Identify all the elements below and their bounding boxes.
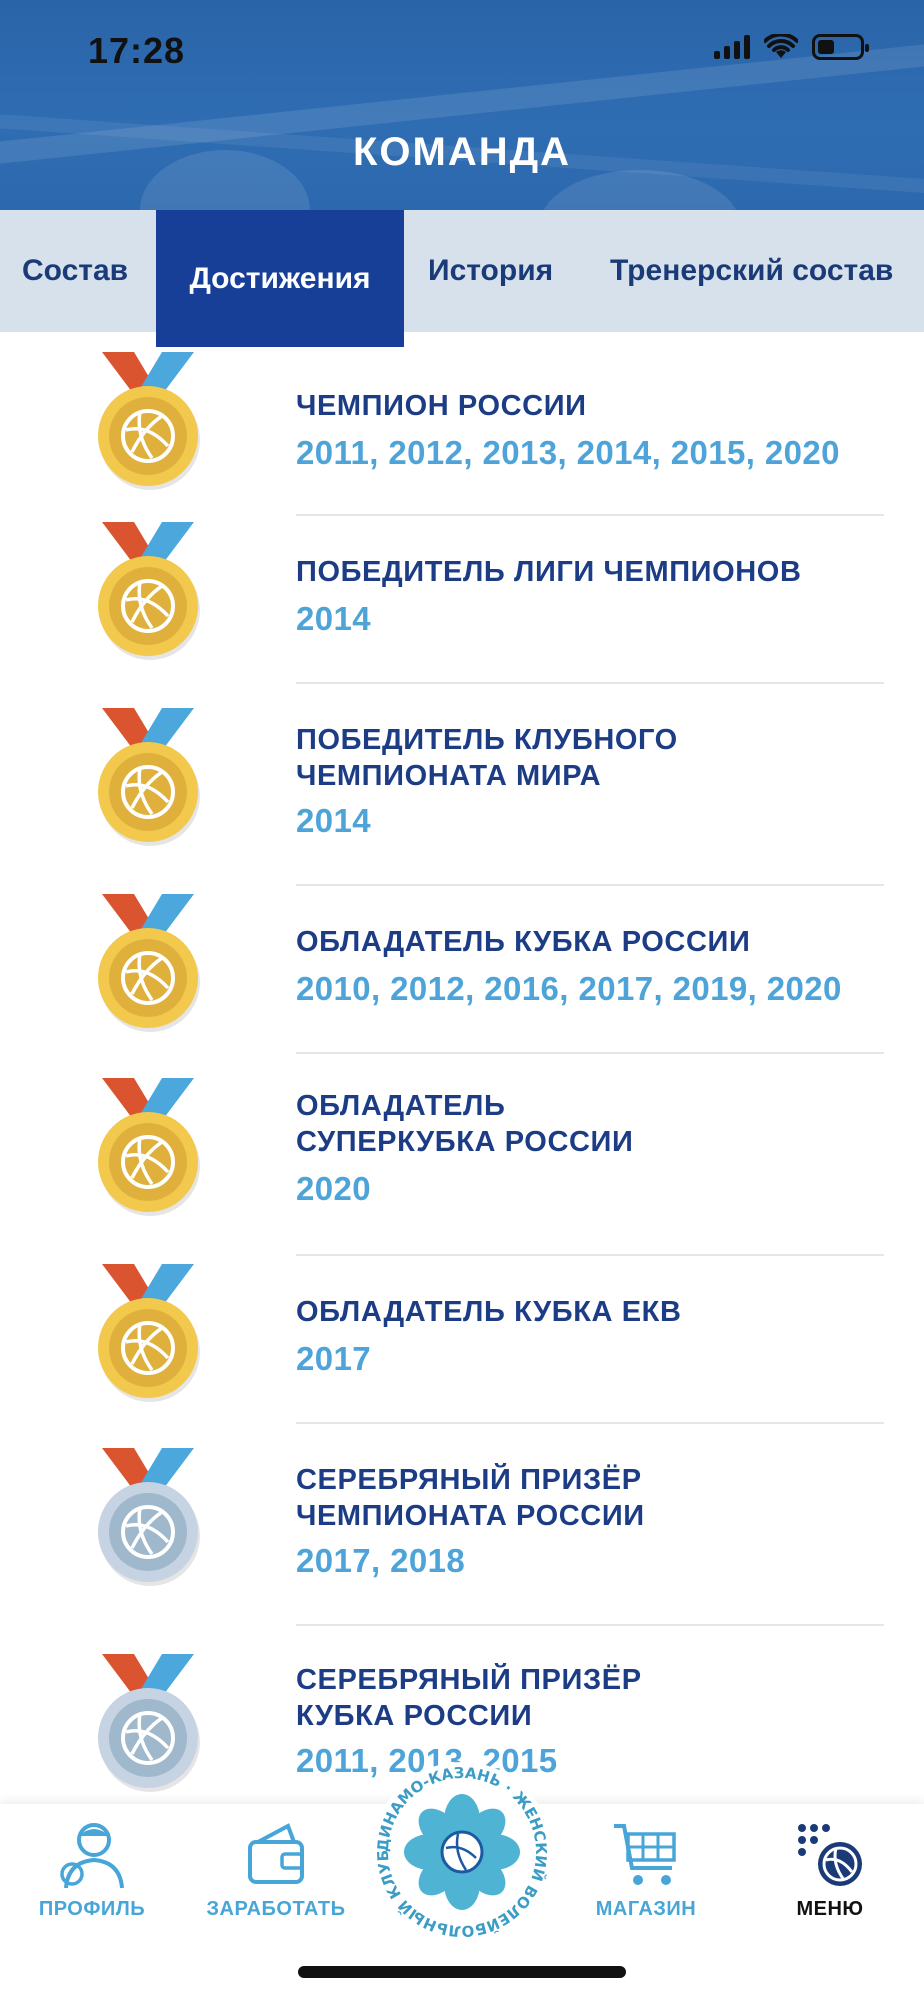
status-icons xyxy=(714,34,869,60)
silver-medal-icon xyxy=(98,1448,200,1586)
cellular-signal-icon xyxy=(714,35,750,59)
achievement-title: ПОБЕДИТЕЛЬ ЛИГИ ЧЕМПИОНОВ xyxy=(296,556,802,588)
cart-icon xyxy=(614,1824,676,1885)
gold-medal-icon xyxy=(98,1078,200,1216)
nav-label: ЗАРАБОТАТЬ xyxy=(206,1898,346,1920)
divider xyxy=(296,1624,884,1626)
home-indicator xyxy=(298,1966,626,1978)
wifi-icon xyxy=(764,34,798,58)
nav-profile[interactable]: ПРОФИЛЬ xyxy=(2,1818,182,1921)
profile-icon xyxy=(60,1823,124,1889)
gold-medal-icon xyxy=(98,1264,200,1402)
gold-medal-icon xyxy=(98,352,200,490)
battery-icon xyxy=(812,34,869,60)
divider xyxy=(296,514,884,516)
achievement-title: СЕРЕБРЯНЫЙ ПРИЗЁР ЧЕМПИОНАТА РОССИИ xyxy=(296,1464,645,1532)
achievement-title: СЕРЕБРЯНЫЙ ПРИЗЁР КУБКА РОССИИ xyxy=(296,1664,642,1732)
nav-label: ПРОФИЛЬ xyxy=(38,1898,146,1920)
tab-bar: Состав Достижения История Тренерский сос… xyxy=(0,210,924,347)
nav-menu[interactable]: МЕНЮ xyxy=(740,1818,920,1921)
gold-medal-icon xyxy=(98,894,200,1032)
club-logo[interactable]: ДИНАМО-КАЗАНЬ · ЖЕНСКИЙ ВОЛЕЙБОЛЬНЫЙ КЛУ… xyxy=(369,1748,552,1942)
achievement-title: ЧЕМПИОН РОССИИ xyxy=(296,390,587,422)
gold-medal-icon xyxy=(98,708,200,846)
divider xyxy=(296,682,884,684)
club-logo-emblem: ДИНАМО-КАЗАНЬ · ЖЕНСКИЙ ВОЛЕЙБОЛЬНЫЙ КЛУ… xyxy=(369,1748,550,1940)
achievement-title: ОБЛАДАТЕЛЬ КУБКА ЕКВ xyxy=(296,1296,682,1328)
achievement-years: 2020 xyxy=(296,1170,372,1207)
silver-medal-icon xyxy=(98,1654,200,1792)
nav-label: МАГАЗИН xyxy=(595,1898,697,1920)
achievement-title: ОБЛАДАТЕЛЬ СУПЕРКУБКА РОССИИ xyxy=(296,1090,634,1158)
divider xyxy=(296,1052,884,1054)
divider xyxy=(296,1422,884,1424)
divider xyxy=(296,884,884,886)
achievement-years: 2014 xyxy=(296,600,372,637)
divider xyxy=(296,1254,884,1256)
header: 17:28 КОМАНДА xyxy=(0,0,924,210)
page-title: КОМАНДА xyxy=(352,130,571,174)
achievement-years: 2010, 2012, 2016, 2017, 2019, 2020 xyxy=(296,970,842,1007)
tab-history[interactable]: История xyxy=(428,210,553,332)
menu-icon xyxy=(798,1824,862,1886)
nav-label: МЕНЮ xyxy=(796,1898,864,1920)
tab-roster[interactable]: Состав xyxy=(22,210,128,332)
achievement-title: ОБЛАДАТЕЛЬ КУБКА РОССИИ xyxy=(296,926,751,958)
wallet-icon xyxy=(248,1823,304,1884)
tab-achievements[interactable]: Достижения xyxy=(156,210,404,347)
nav-earn[interactable]: ЗАРАБОТАТЬ xyxy=(186,1818,366,1921)
achievement-years: 2014 xyxy=(296,802,372,839)
status-time: 17:28 xyxy=(88,30,186,71)
gold-medal-icon xyxy=(98,522,200,660)
achievement-years: 2017 xyxy=(296,1340,372,1377)
achievement-title: ПОБЕДИТЕЛЬ КЛУБНОГО ЧЕМПИОНАТА МИРА xyxy=(296,724,678,792)
achievement-years: 2017, 2018 xyxy=(296,1542,466,1579)
achievement-years: 2011, 2012, 2013, 2014, 2015, 2020 xyxy=(296,434,840,471)
nav-shop[interactable]: МАГАЗИН xyxy=(556,1818,736,1921)
tab-coaching-staff[interactable]: Тренерский состав xyxy=(610,210,893,332)
